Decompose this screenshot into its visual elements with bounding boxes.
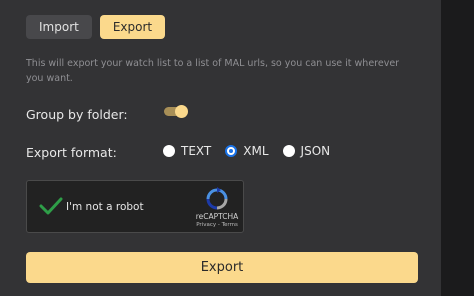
radio-json[interactable] [282, 145, 295, 157]
recaptcha-terms-link[interactable]: Terms [222, 222, 238, 228]
recaptcha-link-separator: - [217, 222, 220, 228]
recaptcha-brand: reCAPTCHA [195, 212, 239, 221]
page-edge [441, 0, 474, 296]
recaptcha-privacy-link[interactable]: Privacy [196, 222, 216, 228]
radio-xml[interactable] [225, 145, 238, 157]
radio-text[interactable] [163, 145, 175, 157]
radio-option-xml[interactable]: XML [225, 144, 269, 158]
radio-option-text[interactable]: TEXT [163, 144, 211, 158]
radio-text-label: TEXT [181, 144, 212, 158]
recaptcha-links: Privacy - Terms [187, 222, 247, 228]
tab-import[interactable]: Import [26, 15, 92, 39]
group-by-folder-label: Group by folder: [26, 107, 128, 122]
export-format-radio-group: TEXT XML JSON [163, 144, 344, 158]
tab-bar: Import Export [26, 15, 166, 39]
recaptcha-logo-icon [206, 187, 228, 210]
group-by-folder-toggle[interactable] [164, 105, 188, 118]
radio-option-json[interactable]: JSON [282, 144, 331, 158]
toggle-knob [175, 105, 188, 118]
export-button[interactable]: Export [26, 252, 418, 283]
radio-xml-label: XML [243, 144, 269, 158]
export-description: This will export your watch list to a li… [26, 58, 400, 84]
recaptcha-widget: I'm not a robot reCAPTCHA Privacy - Term… [26, 180, 244, 233]
export-format-label: Export format: [26, 145, 117, 160]
checkmark-icon[interactable] [39, 196, 63, 216]
recaptcha-checkbox-label: I'm not a robot [66, 201, 144, 213]
export-panel: Import Export This will export your watc… [0, 0, 441, 296]
tab-export[interactable]: Export [99, 15, 166, 39]
radio-json-label: JSON [300, 144, 331, 158]
